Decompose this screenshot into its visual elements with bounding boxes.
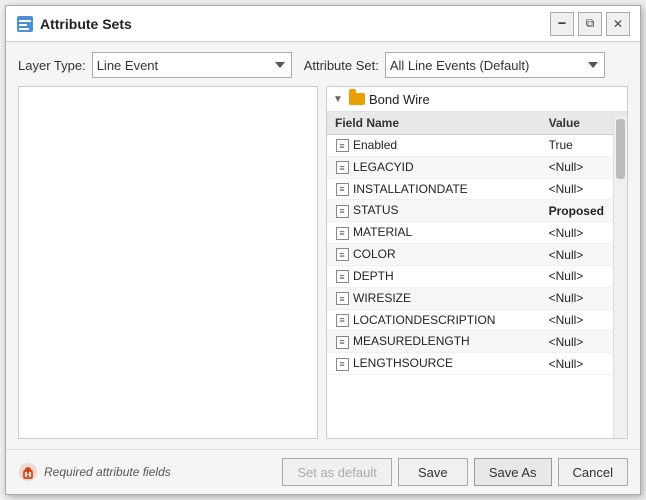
field-name-cell: ≡ Enabled: [327, 135, 541, 157]
col-field-name: Field Name: [327, 112, 541, 135]
field-icon-shape: ≡: [336, 161, 349, 174]
field-name-cell: ≡ STATUS: [327, 200, 541, 222]
table-row[interactable]: ≡LEGACYID<Null>: [327, 156, 627, 178]
field-name-text: COLOR: [353, 247, 396, 261]
field-name-text: LOCATIONDESCRIPTION: [353, 313, 495, 327]
field-name-cell: ≡ MEASUREDLENGTH: [327, 331, 541, 353]
attribute-set-select[interactable]: All Line Events (Default): [385, 52, 605, 78]
field-name-cell: ≡ DEPTH: [327, 265, 541, 287]
attribute-table: Field Name Value ≡EnabledTrue≡LEGACYID<N…: [327, 112, 627, 375]
field-name-cell: ≡ MATERIAL: [327, 222, 541, 244]
field-icon-shape: ≡: [336, 358, 349, 371]
layer-type-group: Layer Type: Line Event: [18, 52, 292, 78]
field-icon-shape: ≡: [336, 270, 349, 283]
attribute-sets-dialog: Attribute Sets 🗕 ⧉ ✕ Layer Type: Line Ev…: [5, 5, 641, 495]
field-icon-shape: ≡: [336, 205, 349, 218]
layer-type-label: Layer Type:: [18, 58, 86, 73]
bottom-area: ! Required attribute fields Set as defau…: [6, 449, 640, 494]
required-info: ! Required attribute fields: [18, 462, 274, 482]
table-row[interactable]: ≡DEPTH<Null>: [327, 265, 627, 287]
required-text: Required attribute fields: [44, 465, 171, 479]
app-icon: [16, 15, 34, 33]
table-header-row: Field Name Value: [327, 112, 627, 135]
set-as-default-button[interactable]: Set as default: [282, 458, 392, 486]
field-icon-shape: ≡: [336, 183, 349, 196]
field-icon-shape: ≡: [336, 227, 349, 240]
field-name-text: STATUS: [353, 203, 399, 217]
tree-expand-icon[interactable]: ▼: [333, 93, 345, 105]
field-name-text: MATERIAL: [353, 225, 412, 239]
minimize-icon: 🗕: [558, 13, 567, 34]
field-name-text: DEPTH: [353, 269, 394, 283]
tree-node-label: Bond Wire: [369, 92, 430, 107]
field-row-icon: ≡: [335, 313, 349, 327]
field-name-cell: ≡ LEGACYID: [327, 156, 541, 178]
restore-button[interactable]: ⧉: [578, 12, 602, 36]
field-row-icon: ≡: [335, 226, 349, 240]
field-row-icon: ≡: [335, 161, 349, 175]
field-row-icon: ≡: [335, 335, 349, 349]
main-panels: ▼ Bond Wire Field Name Value: [18, 86, 628, 439]
field-row-icon: ≡: [335, 270, 349, 284]
dialog-title: Attribute Sets: [40, 16, 132, 32]
minimize-button[interactable]: 🗕: [550, 12, 574, 36]
layer-type-select[interactable]: Line Event: [92, 52, 292, 78]
field-icon-shape: ≡: [336, 336, 349, 349]
field-name-text: INSTALLATIONDATE: [353, 182, 468, 196]
table-row[interactable]: ≡COLOR<Null>: [327, 244, 627, 266]
field-name-text: LENGTHSOURCE: [353, 356, 453, 370]
save-as-button[interactable]: Save As: [474, 458, 552, 486]
title-bar: Attribute Sets 🗕 ⧉ ✕: [6, 6, 640, 42]
bottom-buttons: Set as default Save Save As Cancel: [282, 458, 628, 486]
attribute-set-group: Attribute Set: All Line Events (Default): [304, 52, 605, 78]
close-icon: ✕: [613, 17, 623, 31]
field-row-icon: ≡: [335, 292, 349, 306]
close-button[interactable]: ✕: [606, 12, 630, 36]
table-row[interactable]: ≡LOCATIONDESCRIPTION<Null>: [327, 309, 627, 331]
table-row[interactable]: ≡LENGTHSOURCE<Null>: [327, 353, 627, 375]
field-name-cell: ≡ WIRESIZE: [327, 287, 541, 309]
left-panel: [18, 86, 318, 439]
field-name-text: WIRESIZE: [353, 291, 411, 305]
content-area: Layer Type: Line Event Attribute Set: Al…: [6, 42, 640, 449]
field-row-icon: ≡: [335, 182, 349, 196]
table-row[interactable]: ≡STATUSProposed: [327, 200, 627, 222]
restore-icon: ⧉: [586, 16, 595, 31]
field-name-text: LEGACYID: [353, 160, 414, 174]
field-name-cell: ≡ LENGTHSOURCE: [327, 353, 541, 375]
right-panel: ▼ Bond Wire Field Name Value: [326, 86, 628, 439]
title-bar-left: Attribute Sets: [16, 15, 132, 33]
tree-header: ▼ Bond Wire: [327, 87, 627, 112]
field-name-cell: ≡ LOCATIONDESCRIPTION: [327, 309, 541, 331]
table-row[interactable]: ≡EnabledTrue: [327, 135, 627, 157]
field-name-cell: ≡ COLOR: [327, 244, 541, 266]
folder-shape: [349, 93, 365, 105]
field-name-text: Enabled: [353, 138, 397, 152]
table-container[interactable]: Field Name Value ≡EnabledTrue≡LEGACYID<N…: [327, 112, 627, 438]
attribute-set-label: Attribute Set:: [304, 58, 379, 73]
title-controls: 🗕 ⧉ ✕: [550, 12, 630, 36]
field-name-text: MEASUREDLENGTH: [353, 334, 470, 348]
field-icon-shape: ≡: [336, 248, 349, 261]
field-icon-shape: ≡: [336, 314, 349, 327]
field-row-icon: ≡: [335, 139, 349, 153]
table-row[interactable]: ≡WIRESIZE<Null>: [327, 287, 627, 309]
field-row-icon: ≡: [335, 248, 349, 262]
field-row-icon: ≡: [335, 357, 349, 371]
field-icon-shape: ≡: [336, 139, 349, 152]
cancel-button[interactable]: Cancel: [558, 458, 628, 486]
field-name-cell: ≡ INSTALLATIONDATE: [327, 178, 541, 200]
field-row-icon: ≡: [335, 204, 349, 218]
top-row: Layer Type: Line Event Attribute Set: Al…: [18, 52, 628, 78]
scrollbar-thumb[interactable]: [616, 119, 625, 179]
save-button[interactable]: Save: [398, 458, 468, 486]
field-icon-shape: ≡: [336, 292, 349, 305]
folder-icon: [349, 91, 365, 107]
table-row[interactable]: ≡INSTALLATIONDATE<Null>: [327, 178, 627, 200]
table-row[interactable]: ≡MEASUREDLENGTH<Null>: [327, 331, 627, 353]
table-row[interactable]: ≡MATERIAL<Null>: [327, 222, 627, 244]
scrollbar-track[interactable]: [613, 117, 627, 438]
required-icon: !: [18, 462, 38, 482]
